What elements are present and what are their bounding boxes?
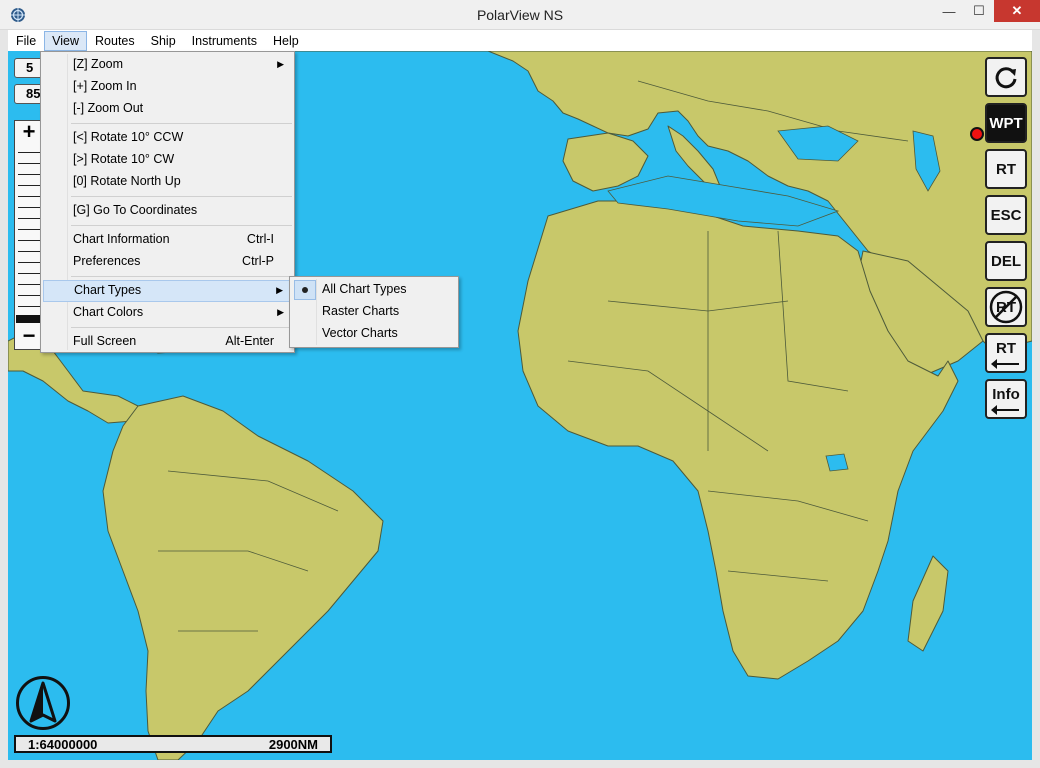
arrow-left-icon (991, 405, 1019, 415)
chart-types-submenu: All Chart Types Raster Charts Vector Cha… (289, 276, 459, 348)
lake-victoria (825, 453, 849, 472)
window-frame-left (0, 30, 8, 768)
menu-item-rotate-ccw[interactable]: [<] Rotate 10° CCW (43, 127, 292, 149)
menu-item-goto-coordinates[interactable]: [G] Go To Coordinates (43, 200, 292, 222)
refresh-button[interactable] (985, 57, 1027, 97)
waypoint-button[interactable]: WPT (985, 103, 1027, 143)
menu-item-zoom-in[interactable]: [+] Zoom In (43, 76, 292, 98)
scale-bar: 1:64000000 2900NM (14, 735, 332, 753)
menu-item-rotate-north[interactable]: [0] Rotate North Up (43, 171, 292, 193)
window-frame-bottom (0, 760, 1040, 768)
scale-distance: 2900NM (268, 736, 318, 752)
escape-button[interactable]: ESC (985, 195, 1027, 235)
menu-instruments[interactable]: Instruments (184, 31, 265, 51)
menu-item-vector-charts[interactable]: Vector Charts (292, 323, 456, 345)
land-iberia (562, 132, 649, 192)
north-arrow-icon[interactable] (16, 676, 70, 730)
zoom-ticks (18, 147, 40, 317)
menu-help[interactable]: Help (265, 31, 307, 51)
submenu-arrow-icon: ▶ (276, 285, 283, 295)
menu-bar: File View Routes Ship Instruments Help (8, 31, 1032, 51)
land-madagascar (907, 555, 949, 652)
view-menu: [Z] Zoom ▶ [+] Zoom In [-] Zoom Out [<] R… (40, 51, 295, 353)
maximize-button[interactable]: ☐ (964, 0, 994, 22)
submenu-arrow-icon: ▶ (277, 59, 284, 69)
refresh-icon (995, 67, 1017, 89)
route-back-button[interactable]: RT (985, 333, 1027, 373)
radio-dot-icon (302, 287, 308, 293)
info-button[interactable]: Info (985, 379, 1027, 419)
menu-item-raster-charts[interactable]: Raster Charts (292, 301, 456, 323)
menu-item-rotate-cw[interactable]: [>] Rotate 10° CW (43, 149, 292, 171)
scale-ratio: 1:64000000 (28, 736, 98, 752)
minimize-button[interactable]: — (934, 0, 964, 22)
window-frame-right (1032, 30, 1040, 768)
menu-item-chart-types[interactable]: Chart Types ▶ (43, 280, 292, 302)
title-bar: PolarView NS — ☐ ✕ (0, 0, 1040, 30)
arrow-left-icon (991, 359, 1019, 369)
zoom-out-button[interactable]: − (15, 325, 43, 349)
menu-view[interactable]: View (44, 31, 88, 51)
waypoint-marker[interactable] (970, 127, 984, 141)
menu-item-chart-colors[interactable]: Chart Colors ▶ (43, 302, 292, 324)
menu-item-zoom-out[interactable]: [-] Zoom Out (43, 98, 292, 120)
zoom-thumb[interactable] (16, 315, 42, 323)
close-button[interactable]: ✕ (994, 0, 1040, 22)
menu-item-chart-information[interactable]: Chart Information Ctrl-I (43, 229, 292, 251)
delete-button[interactable]: DEL (985, 241, 1027, 281)
route-cancel-button[interactable]: RT (985, 287, 1027, 327)
menu-item-full-screen[interactable]: Full Screen Alt-Enter (43, 331, 292, 353)
route-button[interactable]: RT (985, 149, 1027, 189)
land-south-america (102, 395, 384, 760)
menu-ship[interactable]: Ship (143, 31, 184, 51)
submenu-arrow-icon: ▶ (277, 307, 284, 317)
window-title: PolarView NS (476, 7, 564, 23)
zoom-in-button[interactable]: + (15, 121, 43, 145)
menu-item-zoom[interactable]: [Z] Zoom ▶ (43, 54, 292, 76)
menu-routes[interactable]: Routes (87, 31, 143, 51)
menu-item-preferences[interactable]: Preferences Ctrl-P (43, 251, 292, 273)
menu-item-all-chart-types[interactable]: All Chart Types (292, 279, 456, 301)
menu-file[interactable]: File (8, 31, 44, 51)
